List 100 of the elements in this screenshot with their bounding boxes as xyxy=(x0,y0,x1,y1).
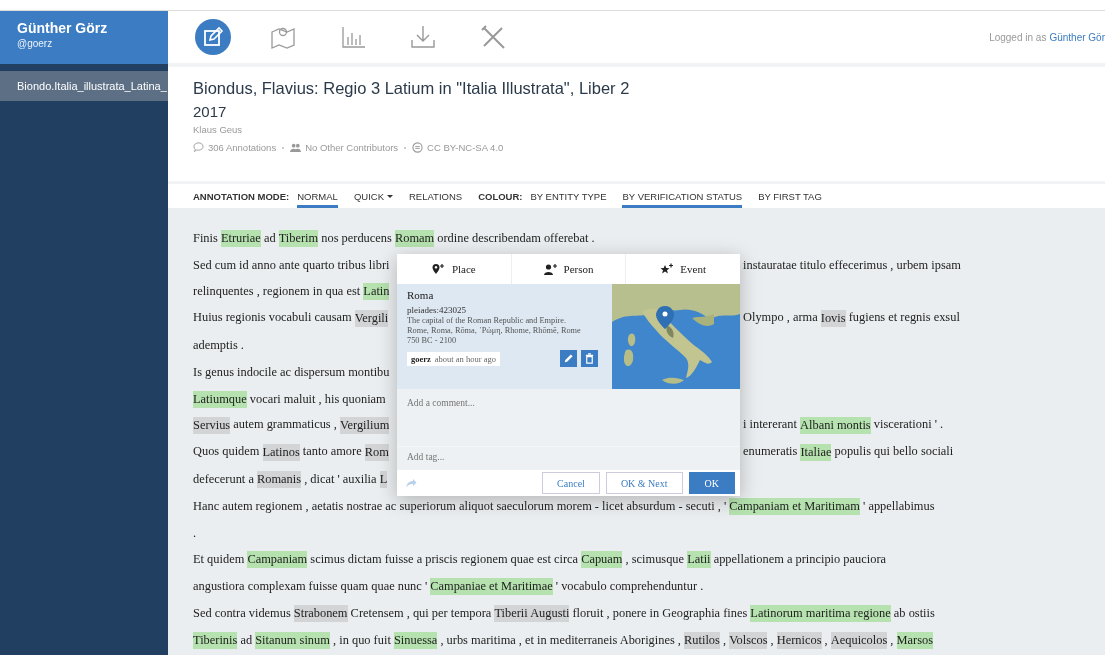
text-span: Cretensem , qui per tempora xyxy=(349,606,493,622)
text-span: , xyxy=(823,632,829,648)
text-span: . xyxy=(193,525,197,541)
delete-button[interactable] xyxy=(581,350,598,367)
license-icon xyxy=(412,142,424,153)
text-span: ad xyxy=(262,230,277,246)
text-span: , xyxy=(889,632,895,648)
place-uri: pleiades:423025 xyxy=(407,305,467,315)
annotation-highlight[interactable]: Marsos xyxy=(896,631,934,649)
annotation-highlight[interactable]: Italiae xyxy=(800,444,832,462)
annotation-highlight[interactable]: Campaniam xyxy=(247,551,308,569)
annotation-highlight[interactable]: Iovis xyxy=(820,310,846,328)
text-span: ' vocabulo comprehenduntur . xyxy=(554,579,704,595)
tag-field[interactable]: Add tag... xyxy=(397,446,740,470)
annotation-highlight[interactable]: Latiumque xyxy=(193,390,247,408)
annotation-highlight[interactable]: Tiberim xyxy=(278,229,319,247)
text-span: Olympo , arma xyxy=(743,310,819,327)
document-author: Klaus Geus xyxy=(193,124,244,135)
annotation-highlight[interactable]: Strabonem xyxy=(293,605,348,623)
annotation-highlight[interactable]: Rom xyxy=(364,444,389,462)
text-span: ademptis . xyxy=(193,338,244,354)
annotation-highlight[interactable]: Capuam xyxy=(581,551,623,569)
colour-label: COLOUR: xyxy=(478,189,523,204)
text-span: populis qui bello sociali xyxy=(833,444,954,461)
ok-button[interactable]: OK xyxy=(688,472,735,494)
annotation-highlight[interactable]: Rutilos xyxy=(684,631,720,649)
text-span: floruit , ponere in Geographia fines xyxy=(571,606,749,622)
text-span: Quos quidem xyxy=(193,444,261,461)
place-dates: 750 BC - 2100 xyxy=(407,336,458,345)
text-span: viscerationi ' . xyxy=(872,417,944,434)
annotation-highlight[interactable]: Hernicos xyxy=(776,631,822,649)
text-span: , xyxy=(769,632,775,648)
comment-field[interactable]: Add a comment... xyxy=(397,389,740,446)
text-span: , scimusque xyxy=(624,552,686,568)
pencil-icon xyxy=(563,353,574,364)
mode-label: ANNOTATION MODE: xyxy=(193,189,290,204)
dialog-button[interactable]: Cancel xyxy=(542,472,600,494)
tab-label: Person xyxy=(563,263,594,275)
annotation-highlight[interactable]: Campaniam et Maritimam xyxy=(729,497,860,515)
colour-tab[interactable]: BY ENTITY TYPE xyxy=(530,184,607,208)
text-span: , xyxy=(721,632,728,648)
mode-tab[interactable]: RELATIONS xyxy=(409,184,463,208)
annotation-highlight[interactable]: Latin xyxy=(363,283,390,301)
text-span: appellationem a principio pauciora xyxy=(712,552,886,568)
annotation-highlight[interactable]: Volscos xyxy=(729,631,768,649)
text-span: ' appellabimus xyxy=(862,498,935,514)
meta-text: 306 Annotations xyxy=(208,142,277,153)
annotation-highlight[interactable]: Aequicolos xyxy=(830,631,888,649)
text-span: relinquentes , regionem in qua est xyxy=(193,284,362,300)
text-span: , in quo fuit xyxy=(332,632,392,648)
annotation-highlight[interactable]: Latii xyxy=(687,551,711,569)
text-span: vocari maluit , his quoniam xyxy=(248,391,386,407)
edit-button[interactable] xyxy=(560,350,577,367)
place-names: Rome, Roma, Rōma, ῾Ρώμη, Rhome, Rhōmē, Rome xyxy=(407,326,582,335)
text-span: , urbs maritima , et in mediterraneis Aborigines , xyxy=(439,632,682,648)
annotation-highlight[interactable]: Sitanum sinum xyxy=(255,631,330,649)
annotation-highlight[interactable]: Tiberinis xyxy=(193,631,238,649)
text-span: autem grammaticus , xyxy=(232,417,338,434)
annotation-highlight[interactable]: Etruriae xyxy=(220,229,261,247)
text-span: , dicat ' auxilia xyxy=(303,472,378,488)
colour-tab[interactable]: BY FIRST TAG xyxy=(758,184,822,208)
annotation-highlight[interactable]: Tiberii Augusti xyxy=(494,605,570,623)
user-link[interactable]: Günther Gör xyxy=(1049,31,1105,43)
person-add-icon xyxy=(543,263,558,275)
text-span: fugiens et regnis exsul xyxy=(847,310,960,327)
text-span: Finis xyxy=(193,230,219,246)
text-span: ordine describendam offerebat . xyxy=(436,230,595,246)
place-name: Roma xyxy=(407,289,435,301)
meta-text: No Other Contributors xyxy=(305,142,399,153)
comment-input[interactable]: Add a comment... xyxy=(407,398,730,408)
sidebar-item[interactable]: Biondo.Italia_illustrata_Latina_ xyxy=(0,71,168,101)
annotation-highlight[interactable]: Albani montis xyxy=(800,417,871,435)
annotation-highlight[interactable]: L xyxy=(379,471,388,489)
annotation-highlight[interactable]: Vergili xyxy=(354,310,389,328)
tag-input[interactable]: Add tag... xyxy=(407,452,730,462)
text-span: ab ostiis xyxy=(892,606,935,622)
annotation-highlight[interactable]: Sinuessa xyxy=(393,631,438,649)
trash-icon xyxy=(584,353,595,364)
annotation-highlight[interactable]: Vergilium xyxy=(339,417,390,435)
text-span: Is genus indocile ac dispersum montibu xyxy=(193,364,390,380)
tab-label: Event xyxy=(680,263,706,275)
comment-icon xyxy=(193,142,204,153)
reply-arrow-icon[interactable] xyxy=(405,478,417,488)
text-span: Et quidem xyxy=(193,552,246,568)
annotation-highlight[interactable]: Latinos xyxy=(262,444,300,462)
text-span: instauratae titulo effecerimus , urbem ipsam xyxy=(743,257,961,273)
dialog-button[interactable]: OK & Next xyxy=(605,472,683,494)
text-span: Huius regionis vocabuli causam xyxy=(193,310,353,327)
text-span: enumeratis xyxy=(743,444,799,461)
annotation-highlight[interactable]: Romanis xyxy=(257,471,302,489)
edit-icon[interactable] xyxy=(195,19,231,55)
entity-tab[interactable]: Event xyxy=(626,254,740,284)
place-description: The capital of the Roman Republic and Empire. xyxy=(407,316,567,325)
timestamp: about an hour ago xyxy=(434,353,496,364)
annotation-highlight[interactable]: Campaniae et Maritimae xyxy=(430,578,553,596)
mode-tab[interactable]: QUICK xyxy=(353,184,393,208)
annotation-highlight[interactable]: Romam xyxy=(394,229,435,247)
text-span: Hanc autem regionem , aetatis nostrae ac superiorum aliquot saeculorum morem - licet absurdum - secuti , ' xyxy=(193,498,728,514)
annotation-highlight[interactable]: Servius xyxy=(193,417,231,435)
annotation-highlight[interactable]: Latinorum maritima regione xyxy=(750,605,891,623)
